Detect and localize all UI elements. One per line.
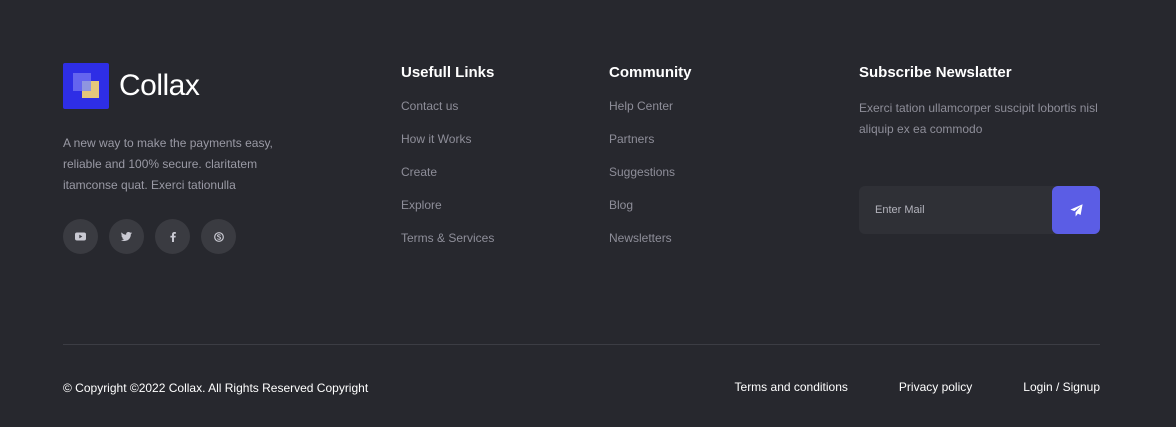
email-field[interactable] bbox=[859, 186, 1052, 234]
link-suggestions[interactable]: Suggestions bbox=[609, 164, 692, 197]
youtube-button[interactable] bbox=[63, 219, 98, 254]
newsletter-title: Subscribe Newslatter bbox=[859, 64, 1012, 81]
link-terms-services[interactable]: Terms & Services bbox=[401, 230, 494, 263]
useful-links-column: Usefull Links Contact us How it Works Cr… bbox=[401, 63, 494, 263]
brand-name: Collax bbox=[119, 69, 200, 102]
facebook-icon bbox=[169, 231, 176, 242]
youtube-icon bbox=[75, 232, 86, 241]
skype-icon bbox=[213, 231, 224, 242]
twitter-icon bbox=[121, 232, 132, 241]
social-links bbox=[63, 219, 236, 254]
subscribe-button[interactable] bbox=[1052, 186, 1100, 234]
link-create[interactable]: Create bbox=[401, 164, 494, 197]
link-newsletters[interactable]: Newsletters bbox=[609, 230, 692, 263]
legal-links: Terms and conditions Privacy policy Logi… bbox=[735, 380, 1100, 394]
newsletter-column: Subscribe Newslatter Exerci tation ullam… bbox=[859, 63, 1104, 140]
brand-logo[interactable]: Collax bbox=[63, 63, 200, 109]
copyright-text: © Copyright ©2022 Collax. All Rights Res… bbox=[63, 381, 369, 395]
footer-divider bbox=[63, 344, 1100, 345]
useful-links-title: Usefull Links bbox=[401, 64, 495, 81]
skype-button[interactable] bbox=[201, 219, 236, 254]
twitter-button[interactable] bbox=[109, 219, 144, 254]
community-column: Community Help Center Partners Suggestio… bbox=[609, 63, 692, 263]
link-contact-us[interactable]: Contact us bbox=[401, 98, 494, 131]
link-login-signup[interactable]: Login / Signup bbox=[1023, 380, 1100, 394]
logo-icon bbox=[63, 63, 109, 109]
newsletter-description: Exerci tation ullamcorper suscipit lobor… bbox=[859, 101, 1098, 136]
link-privacy-policy[interactable]: Privacy policy bbox=[899, 380, 972, 394]
send-icon bbox=[1069, 203, 1083, 216]
link-explore[interactable]: Explore bbox=[401, 197, 494, 230]
community-title: Community bbox=[609, 64, 692, 81]
footer: Collax A new way to make the payments ea… bbox=[0, 0, 1176, 427]
link-partners[interactable]: Partners bbox=[609, 131, 692, 164]
link-how-it-works[interactable]: How it Works bbox=[401, 131, 494, 164]
link-blog[interactable]: Blog bbox=[609, 197, 692, 230]
newsletter-form bbox=[859, 186, 1100, 234]
facebook-button[interactable] bbox=[155, 219, 190, 254]
link-help-center[interactable]: Help Center bbox=[609, 98, 692, 131]
about-text: A new way to make the payments easy, rel… bbox=[63, 136, 273, 192]
link-terms-conditions[interactable]: Terms and conditions bbox=[735, 380, 848, 394]
